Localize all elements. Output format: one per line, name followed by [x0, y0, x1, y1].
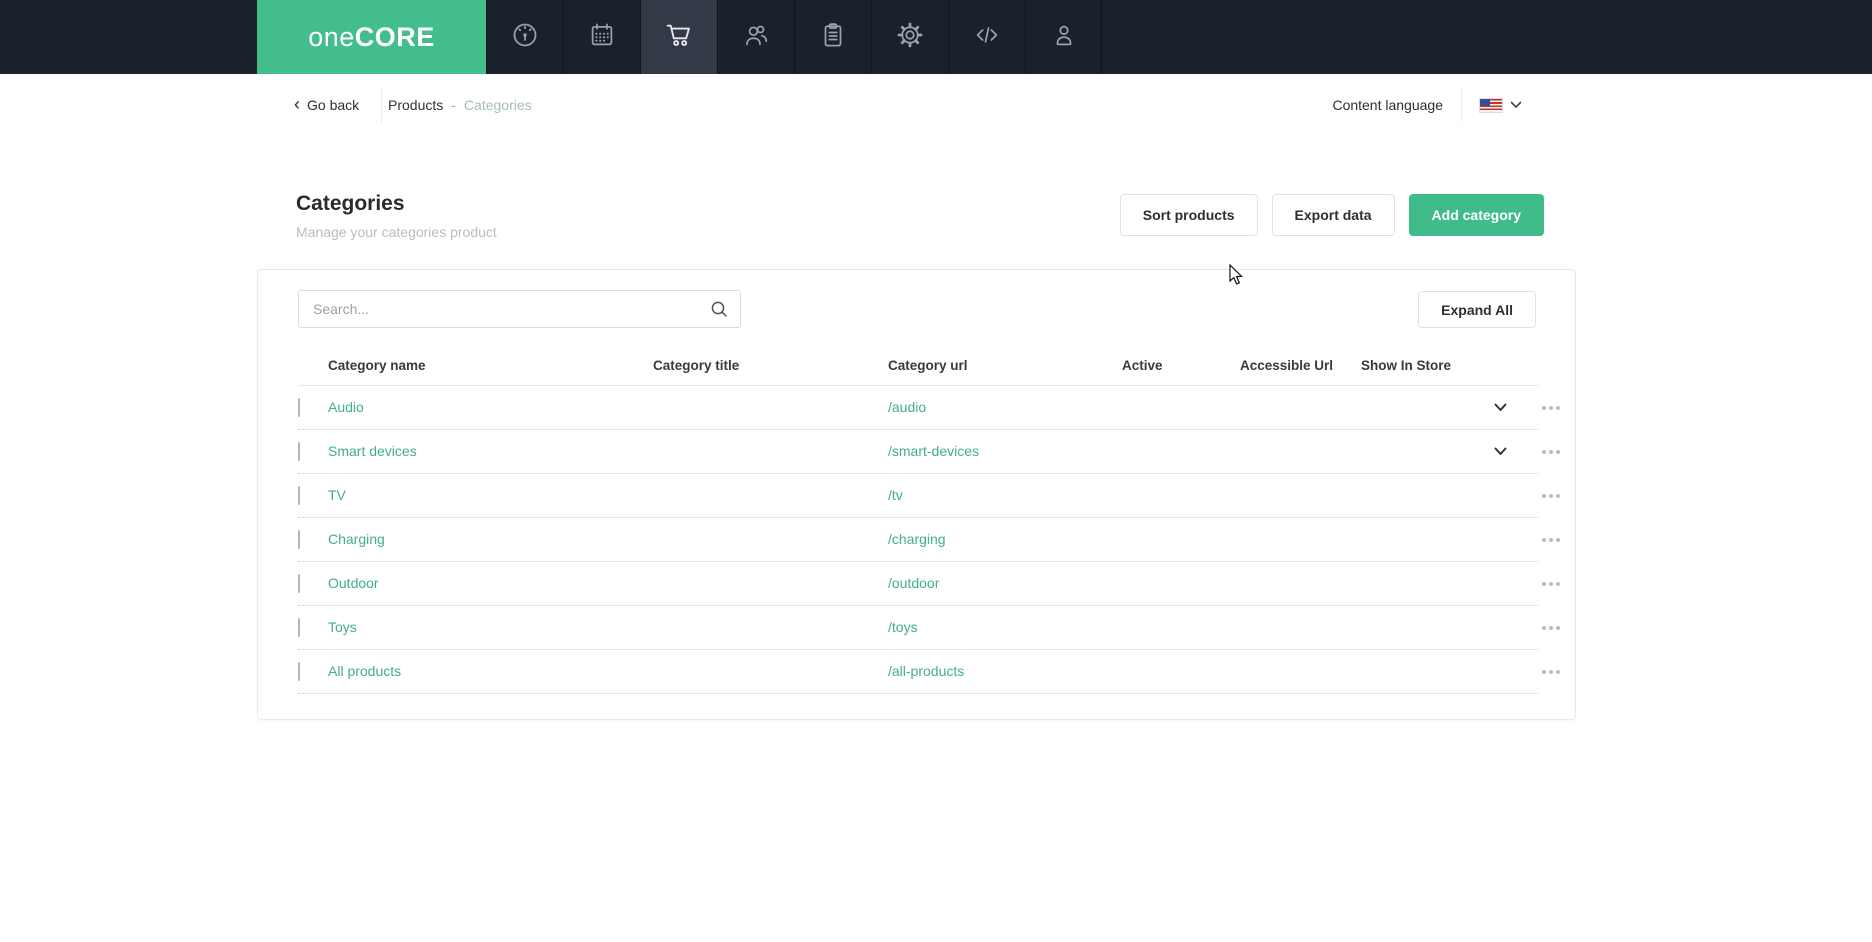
row-actions-menu[interactable] [1542, 669, 1560, 674]
table-row: TV /tv [298, 474, 1560, 518]
nav-item-calendar[interactable] [563, 0, 640, 74]
category-name-link[interactable]: Charging [328, 531, 385, 547]
page-title: Categories [296, 192, 405, 215]
us-flag-icon [1480, 98, 1502, 112]
row-checkbox[interactable] [298, 573, 300, 593]
nav-item-orders[interactable] [794, 0, 871, 74]
category-url-text: /charging [888, 530, 946, 547]
row-checkbox[interactable] [298, 529, 300, 549]
row-actions-menu[interactable] [1542, 405, 1560, 410]
nav-item-developer[interactable] [948, 0, 1025, 74]
page-heading: Categories Manage your categories produc… [296, 192, 497, 240]
row-actions-menu[interactable] [1542, 493, 1560, 498]
nav-item-customers[interactable] [717, 0, 794, 74]
category-name-link[interactable]: Audio [328, 399, 364, 415]
nav-item-account[interactable] [1025, 0, 1102, 74]
clipboard-icon [818, 20, 848, 55]
nav-icon-strip [486, 0, 1102, 74]
brand-logo[interactable]: one CORE [257, 0, 486, 74]
table-row: Toys /toys [298, 606, 1560, 650]
category-url-text: /toys [888, 618, 918, 635]
breadcrumb: Products - Categories [388, 74, 532, 136]
table-row: Outdoor /outdoor [298, 562, 1560, 606]
col-header-accessible-url: Accessible Url [1240, 358, 1334, 373]
chevron-down-icon [1510, 96, 1522, 114]
cart-icon [663, 19, 695, 56]
brand-logo-bold: CORE [354, 21, 435, 52]
category-url-text: /tv [888, 486, 903, 503]
category-url-text: /smart-devices [888, 442, 980, 459]
top-navigation-bar: one CORE [0, 0, 1872, 74]
page: one CORE ‹ Go back Products - Categories… [0, 0, 1872, 942]
language-selector[interactable] [1480, 96, 1522, 114]
expand-all-button[interactable]: Expand All [1418, 291, 1536, 328]
gear-icon [895, 20, 925, 55]
brand-logo-light: one [308, 21, 355, 52]
content-language-area: Content language [1332, 74, 1522, 136]
go-back-link[interactable]: ‹ Go back [294, 74, 359, 136]
col-header-show-in-store: Show In Store [1361, 358, 1452, 373]
breadcrumb-categories: Categories [463, 97, 532, 113]
col-header-category-name: Category name [328, 358, 426, 373]
page-actions: Sort products Export data Add category [1119, 194, 1544, 236]
expand-row-chevron-icon[interactable] [1494, 447, 1507, 456]
row-checkbox[interactable] [298, 441, 300, 461]
category-name-link[interactable]: Outdoor [328, 575, 379, 591]
table-body: Audio /audio Smart devices /smart-device… [298, 386, 1560, 694]
row-checkbox[interactable] [298, 617, 300, 637]
page-subtitle: Manage your categories product [296, 224, 497, 240]
breadcrumb-products[interactable]: Products [388, 97, 443, 113]
breadcrumb-separator: - [451, 97, 456, 113]
categories-card: Expand All Category name Category title … [257, 269, 1576, 720]
categories-table: Category name Category title Category ur… [298, 346, 1560, 694]
row-checkbox[interactable] [298, 485, 300, 505]
table-row: Audio /audio [298, 386, 1560, 430]
row-checkbox[interactable] [298, 397, 300, 417]
search-icon[interactable] [709, 299, 729, 324]
users-icon [741, 20, 771, 55]
table-row: Charging /charging [298, 518, 1560, 562]
category-url-text: /all-products [888, 662, 965, 679]
table-row: Smart devices /smart-devices [298, 430, 1560, 474]
header-bar: ‹ Go back Products - Categories Content … [0, 74, 1872, 136]
nav-item-products[interactable] [640, 0, 717, 74]
go-back-label: Go back [307, 97, 360, 113]
nav-item-dashboard[interactable] [486, 0, 563, 74]
row-actions-menu[interactable] [1542, 581, 1560, 586]
back-chevron-icon: ‹ [294, 94, 300, 114]
search-input[interactable] [298, 290, 741, 328]
language-divider [1461, 88, 1462, 122]
expand-row-chevron-icon[interactable] [1494, 403, 1507, 412]
person-icon [1049, 20, 1079, 55]
category-name-link[interactable]: Smart devices [328, 443, 417, 459]
col-header-active: Active [1122, 358, 1163, 373]
row-actions-menu[interactable] [1542, 449, 1560, 454]
content-language-label: Content language [1332, 97, 1443, 113]
category-url-text: /outdoor [888, 574, 940, 591]
code-icon [972, 20, 1002, 55]
nav-item-settings[interactable] [871, 0, 948, 74]
add-category-button[interactable]: Add category [1408, 194, 1544, 236]
table-header-row: Category name Category title Category ur… [298, 346, 1538, 386]
export-data-button[interactable]: Export data [1271, 194, 1395, 236]
row-actions-menu[interactable] [1542, 625, 1560, 630]
category-name-link[interactable]: TV [328, 487, 346, 503]
category-name-link[interactable]: All products [328, 663, 401, 679]
header-divider [381, 87, 382, 123]
search-field-wrap [298, 290, 741, 328]
col-header-category-url: Category url [888, 358, 968, 373]
category-name-link[interactable]: Toys [328, 619, 357, 635]
sort-products-button[interactable]: Sort products [1119, 194, 1258, 236]
table-row: All products /all-products [298, 650, 1560, 694]
row-checkbox[interactable] [298, 661, 300, 681]
calendar-icon [587, 20, 617, 55]
row-actions-menu[interactable] [1542, 537, 1560, 542]
category-url-text: /audio [888, 398, 927, 415]
dashboard-icon [510, 20, 540, 55]
col-header-category-title: Category title [653, 358, 740, 373]
